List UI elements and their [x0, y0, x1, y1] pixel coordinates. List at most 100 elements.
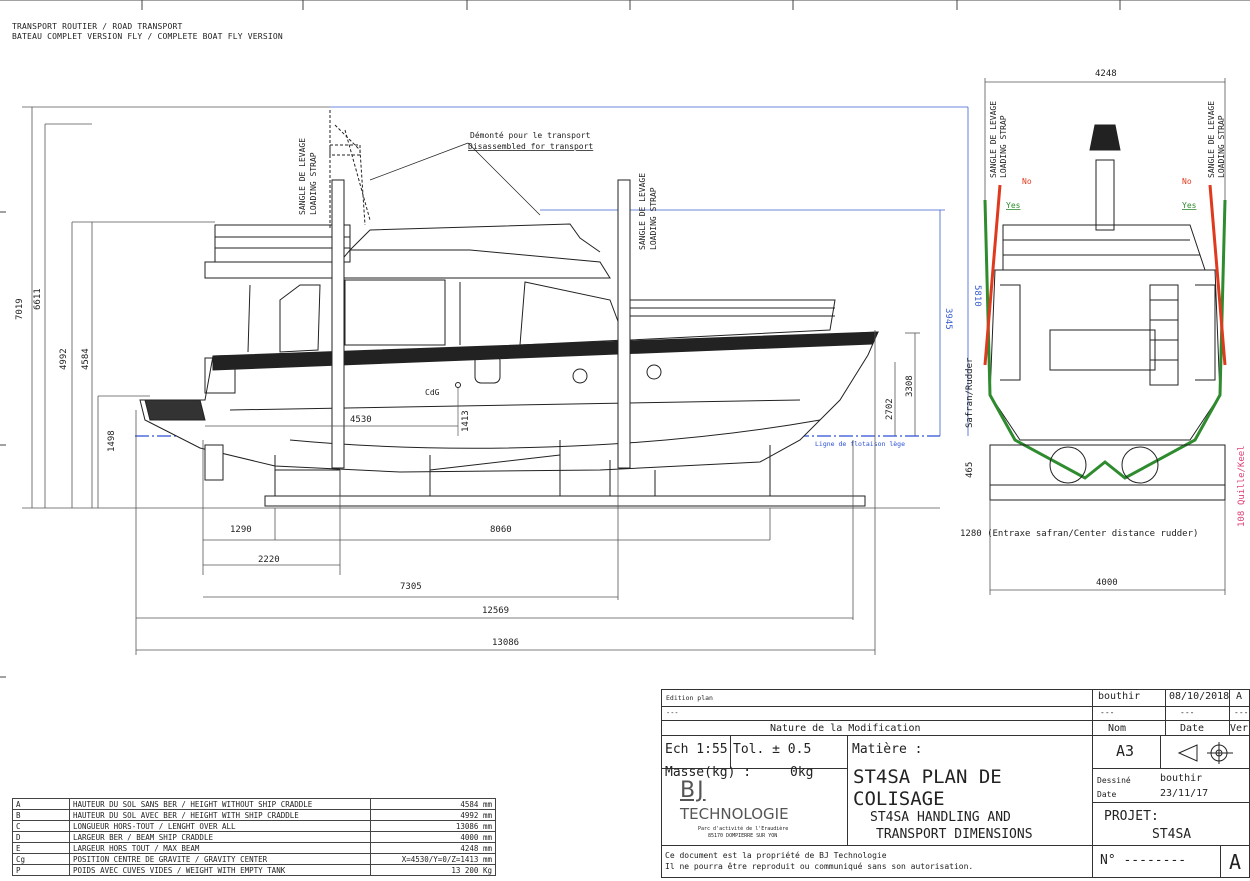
spec-desc: LONGUEUR HORS-TOUT / LENGHT OVER ALL: [69, 820, 371, 832]
mass-label: Masse(kg) :: [665, 765, 752, 780]
author-top: bouthir: [1098, 691, 1141, 702]
spec-desc: HAUTEUR DU SOL SANS BER / HEIGHT WITHOUT…: [69, 798, 371, 810]
strap-label-en-2: LOADING STRAP: [649, 187, 658, 250]
drawn-by-value: bouthir: [1160, 773, 1203, 784]
spec-desc: POSITION CENTRE DE GRAVITE / GRAVITY CEN…: [69, 853, 371, 865]
date-top: 08/10/2018: [1169, 691, 1230, 702]
cdg-label: CdG: [425, 388, 440, 397]
spec-value: 4584 mm: [370, 798, 496, 810]
waterline-label: Ligne de flotaison lège: [815, 440, 905, 448]
dim-2702: 2702: [885, 398, 895, 420]
dim-12569: 12569: [482, 606, 509, 616]
author-dashes: ---: [1100, 708, 1115, 717]
front-cradle: [989, 444, 1226, 501]
mass-value: 0kg: [790, 765, 814, 780]
scale-label: Ech 1:55: [665, 742, 728, 757]
disassembled-label-en: Disassembled for transport: [468, 142, 593, 151]
front-strap-fr-left: SANGLE DE LEVAGE: [989, 101, 998, 178]
sheet-format: A3: [1116, 742, 1135, 760]
projection-symbol-icon: [1177, 742, 1233, 764]
dim-6611: 6611: [33, 288, 43, 310]
document-number: N° --------: [1100, 853, 1187, 868]
spec-row: P POIDS AVEC CUVES VIDES / WEIGHT WITH EM…: [12, 864, 496, 876]
tolerance-label: Tol. ± 0.5: [733, 742, 812, 757]
spec-value: X=4530/Y=0/Z=1413 mm: [370, 853, 496, 865]
dim-1290: 1290: [230, 525, 252, 535]
front-strap-en-left: LOADING STRAP: [999, 115, 1008, 178]
spec-desc: POIDS AVEC CUVES VIDES / WEIGHT WITH EMP…: [69, 864, 371, 876]
hull: [139, 331, 879, 473]
no-label-left: No: [1022, 177, 1032, 186]
version-dashes: ---: [1234, 708, 1249, 717]
dim-7305: 7305: [400, 582, 422, 592]
dim-1498: 1498: [107, 430, 117, 452]
disassembled-label-fr: Démonté pour le transport: [470, 130, 591, 140]
yes-label-right: Yes: [1182, 201, 1197, 210]
rudder-dim: 465: [965, 462, 975, 478]
spec-value: 13 200 Kg: [370, 864, 496, 876]
material-label: Matière :: [852, 742, 923, 757]
project-label: PROJET:: [1104, 809, 1159, 824]
rudder-label: Safran/Rudder: [965, 357, 975, 428]
spec-key: B: [12, 809, 70, 821]
spec-value: 4248 mm: [370, 842, 496, 854]
center-distance-label: 1280 (Entraxe safran/Center distance rud…: [960, 529, 1198, 539]
dim-3945: 3945: [943, 308, 953, 330]
spec-key: P: [12, 864, 70, 876]
edition-dashes: ---: [666, 709, 679, 717]
front-width-top: 4248: [1095, 69, 1117, 79]
edition-label: Edition plan: [666, 694, 713, 702]
project-value: ST4SA: [1152, 827, 1192, 842]
strap-label-en-1: LOADING STRAP: [309, 152, 318, 215]
front-strap-fr-right: SANGLE DE LEVAGE: [1207, 101, 1216, 178]
side-view: 7019 6611 4992 4584 1498 5810 3945 3308 …: [15, 106, 982, 655]
spec-key: Cg: [12, 853, 70, 865]
date-label: Date: [1180, 723, 1205, 734]
spec-row: Cg POSITION CENTRE DE GRAVITE / GRAVITY C…: [12, 853, 496, 865]
spec-desc: LARGEUR BER / BEAM SHIP CRADDLE: [69, 831, 371, 843]
drawn-date-value: 23/11/17: [1160, 788, 1209, 799]
spec-value: 13086 mm: [370, 820, 496, 832]
spec-value: 4992 mm: [370, 809, 496, 821]
logo-address-1: Parc d'activité de l'Eraudière: [698, 826, 789, 832]
spec-row: B HAUTEUR DU SOL AVEC BER / HEIGHT WITH S…: [12, 809, 496, 821]
spec-key: C: [12, 820, 70, 832]
front-strap-en-right: LOADING STRAP: [1217, 115, 1226, 178]
spec-row: D LARGEUR BER / BEAM SHIP CRADDLE 4000 mm: [12, 831, 496, 843]
strap-label-fr-1: SANGLE DE LEVAGE: [298, 138, 307, 215]
strap-label-fr-2: SANGLE DE LEVAGE: [638, 173, 647, 250]
drawn-by-label: Dessiné: [1097, 776, 1131, 785]
dim-7019: 7019: [15, 298, 25, 320]
dim-8060: 8060: [490, 525, 512, 535]
front-view: 4248 No Yes No Yes SANGLE DE LEVAGE LOAD…: [960, 69, 1247, 595]
front-boat-body: [989, 124, 1221, 441]
ver-label: Ver.: [1230, 723, 1250, 734]
spec-desc: HAUTEUR DU SOL AVEC BER / HEIGHT WITH SH…: [69, 809, 371, 821]
specifications-table: A HAUTEUR DU SOL SANS BER / HEIGHT WITHOU…: [12, 798, 496, 876]
dim-4530: 4530: [350, 415, 372, 425]
logo-address-2: 85170 DOMPIERRE SUR YON: [708, 833, 778, 839]
version-top: A: [1236, 691, 1243, 702]
spec-key: D: [12, 831, 70, 843]
yes-label-left: Yes: [1006, 201, 1021, 210]
logo-technologie: TECHNOLOGIE: [680, 805, 789, 823]
property-notice-2: Il ne pourra être reproduit ou communiqu…: [665, 862, 974, 871]
title-line-2: COLISAGE: [853, 788, 945, 810]
nom-label: Nom: [1108, 723, 1127, 734]
modification-header: Nature de la Modification: [770, 723, 921, 734]
logo-bj: BJ: [680, 778, 706, 803]
spec-row: A HAUTEUR DU SOL SANS BER / HEIGHT WITHOU…: [12, 798, 496, 810]
property-notice-1: Ce document est la propriété de BJ Techn…: [665, 851, 887, 860]
no-label-right: No: [1182, 177, 1192, 186]
spec-value: 4000 mm: [370, 831, 496, 843]
dim-5810: 5810: [972, 285, 982, 307]
dim-4992: 4992: [59, 348, 69, 370]
drawn-date-label: Date: [1097, 790, 1117, 799]
spec-row: E LARGEUR HORS TOUT / MAX BEAM 4248 mm: [12, 842, 496, 854]
dim-3308: 3308: [905, 375, 915, 397]
title-line-1: ST4SA PLAN DE: [853, 766, 1002, 788]
spec-row: C LONGUEUR HORS-TOUT / LENGHT OVER ALL 130…: [12, 820, 496, 832]
sheet-letter: A: [1229, 850, 1242, 874]
title-line-4: TRANSPORT DIMENSIONS: [876, 827, 1033, 842]
spec-key: A: [12, 798, 70, 810]
